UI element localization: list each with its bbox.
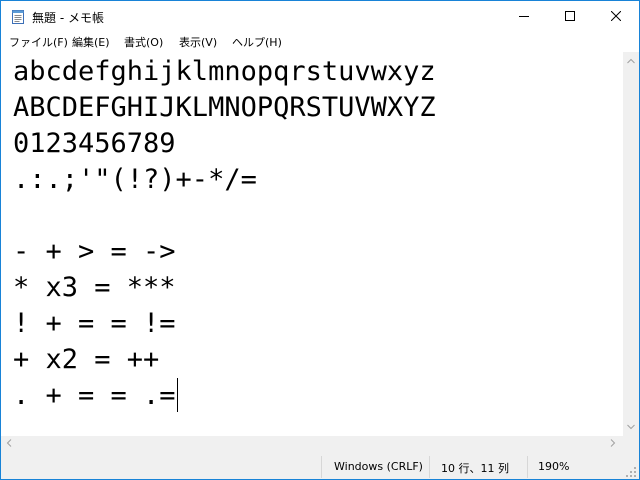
editor-line: ABCDEFGHIJKLMNOPQRSTUVWXYZ — [13, 92, 436, 123]
close-button[interactable] — [593, 1, 639, 31]
status-line-ending: Windows (CRLF) — [334, 460, 423, 473]
menu-format[interactable]: 書式(O) — [124, 34, 163, 50]
editor-line: + x2 = ++ — [13, 344, 160, 375]
menu-help[interactable]: ヘルプ(H) — [232, 34, 282, 50]
scrollbar-corner — [623, 436, 639, 452]
vertical-scrollbar[interactable] — [623, 52, 639, 436]
menu-edit[interactable]: 編集(E) — [72, 34, 110, 50]
editor-line: abcdefghijklmnopqrstuvwxyz — [13, 56, 436, 87]
menu-bar: ファイル(F) 編集(E) 書式(O) 表示(V) ヘルプ(H) — [1, 31, 639, 51]
scroll-up-arrow-icon[interactable] — [627, 58, 635, 64]
editor-line: ! + = = != — [13, 308, 176, 339]
title-bar[interactable]: 無題 - メモ帳 — [1, 1, 639, 31]
horizontal-scrollbar[interactable] — [1, 436, 623, 452]
editor-line: . + = = .= — [13, 380, 176, 411]
editor-line: * x3 = *** — [13, 272, 176, 303]
notepad-icon — [11, 9, 25, 24]
minimize-icon — [519, 16, 529, 17]
window-title: 無題 - メモ帳 — [32, 11, 104, 25]
scroll-down-arrow-icon[interactable] — [627, 424, 635, 430]
resize-grip-icon[interactable] — [625, 466, 637, 478]
text-editor[interactable]: abcdefghijklmnopqrstuvwxyz ABCDEFGHIJKLM… — [1, 52, 623, 436]
close-icon — [611, 11, 621, 21]
menu-file[interactable]: ファイル(F) — [9, 34, 68, 50]
status-bar: Windows (CRLF) 10 行、11 列 190% — [1, 452, 639, 479]
editor-line: .:.;'"(!?)+-*/= — [13, 164, 257, 195]
status-zoom: 190% — [538, 460, 570, 473]
scroll-right-arrow-icon[interactable] — [610, 439, 616, 447]
notepad-window: 無題 - メモ帳 ファイル(F) 編集(E) 書式(O) 表示(V) ヘルプ(H… — [0, 0, 640, 480]
minimize-button[interactable] — [501, 1, 547, 31]
status-cursor-position: 10 行、11 列 — [441, 462, 509, 475]
maximize-icon — [565, 11, 575, 21]
status-divider — [321, 456, 322, 478]
menu-view[interactable]: 表示(V) — [179, 34, 217, 50]
maximize-button[interactable] — [547, 1, 593, 31]
text-caret — [177, 378, 178, 412]
editor-line: - + > = -> — [13, 236, 176, 267]
status-divider — [527, 456, 528, 478]
scroll-left-arrow-icon[interactable] — [6, 439, 12, 447]
status-divider — [429, 456, 430, 478]
editor-line: 0123456789 — [13, 128, 176, 159]
